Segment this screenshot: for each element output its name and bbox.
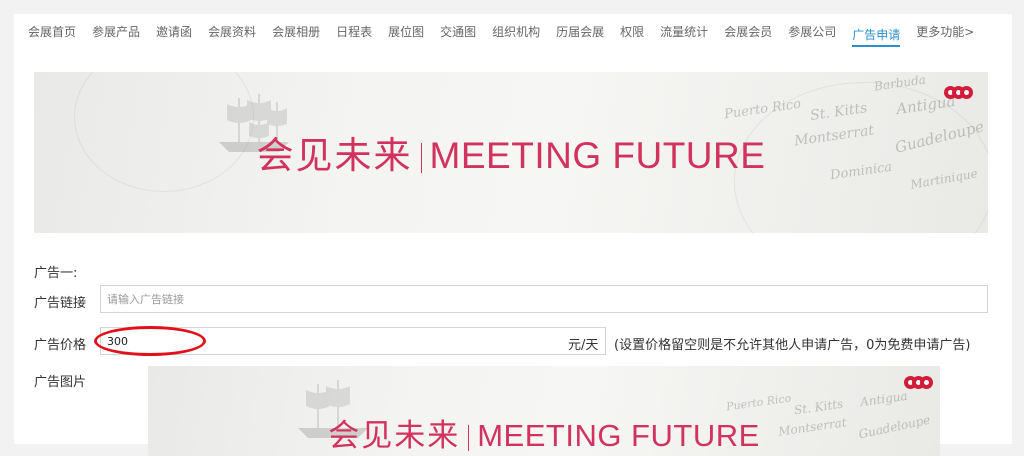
nav-item-past-exhibitions[interactable]: 历届会展 [556, 14, 604, 50]
ad-link-label: 广告链接 [34, 296, 87, 311]
map-text: St. Kitts [793, 396, 845, 418]
map-text: Antigua [859, 388, 909, 410]
nav-item-members[interactable]: 会展会员 [724, 14, 772, 50]
nav-item-ad-application[interactable]: 广告申请 [852, 17, 901, 47]
brand-logo-icon [904, 374, 933, 392]
price-hint: (设置价格留空则是不允许其他人申请广告，0为免费申请广告) [614, 338, 971, 353]
nav-item-traffic-stats[interactable]: 流量统计 [660, 14, 708, 50]
logo-ring [960, 86, 973, 99]
ad-image-preview[interactable]: Puerto Rico St. Kitts Antigua Montserrat… [148, 366, 940, 456]
preview-title: 会见未来 MEETING FUTURE [148, 418, 940, 454]
logo-ring [920, 376, 933, 389]
nav-item-home[interactable]: 会展首页 [28, 14, 76, 50]
map-text: Puerto Rico [725, 391, 792, 414]
nav-item-booth-map[interactable]: 展位图 [388, 14, 424, 50]
price-unit: 元/天 [568, 338, 599, 353]
nav-item-products[interactable]: 参展产品 [92, 14, 140, 50]
page-container: 会展首页 参展产品 邀请函 会展资料 会展相册 日程表 展位图 交通图 组织机构 历届会展 权限 流量… [14, 14, 1012, 456]
ad-link-input[interactable] [100, 285, 988, 313]
banner-title-cn: 会见未来 [256, 134, 413, 177]
nav-item-album[interactable]: 会展相册 [272, 14, 320, 50]
ad-image-label: 广告图片 [34, 375, 87, 390]
nav-item-schedule[interactable]: 日程表 [336, 14, 372, 50]
nav-item-materials[interactable]: 会展资料 [208, 14, 256, 50]
ad-price-input[interactable] [100, 327, 606, 355]
nav-item-permissions[interactable]: 权限 [620, 14, 644, 50]
banner-title-en: MEETING FUTURE [429, 135, 766, 176]
nav-item-companies[interactable]: 参展公司 [788, 14, 836, 50]
nav-item-more[interactable]: 更多功能> [916, 14, 974, 50]
section-title: 广告一: [34, 266, 78, 281]
preview-title-cn: 会见未来 [328, 418, 461, 454]
banner-title-separator [420, 142, 422, 173]
nav-item-traffic-map[interactable]: 交通图 [440, 14, 476, 50]
nav-item-organization[interactable]: 组织机构 [492, 14, 540, 50]
nav-item-invitation[interactable]: 邀请函 [156, 14, 192, 50]
top-nav: 会展首页 参展产品 邀请函 会展资料 会展相册 日程表 展位图 交通图 组织机构 历届会展 权限 流量… [28, 14, 990, 50]
ad-price-label: 广告价格 [34, 338, 87, 353]
banner-title: 会见未来 MEETING FUTURE [34, 134, 988, 178]
brand-logo-icon [944, 84, 973, 102]
ad-banner-preview: Puerto Rico St. Kitts Antigua Barbuda Mo… [34, 72, 988, 233]
preview-title-en: MEETING FUTURE [477, 418, 760, 453]
